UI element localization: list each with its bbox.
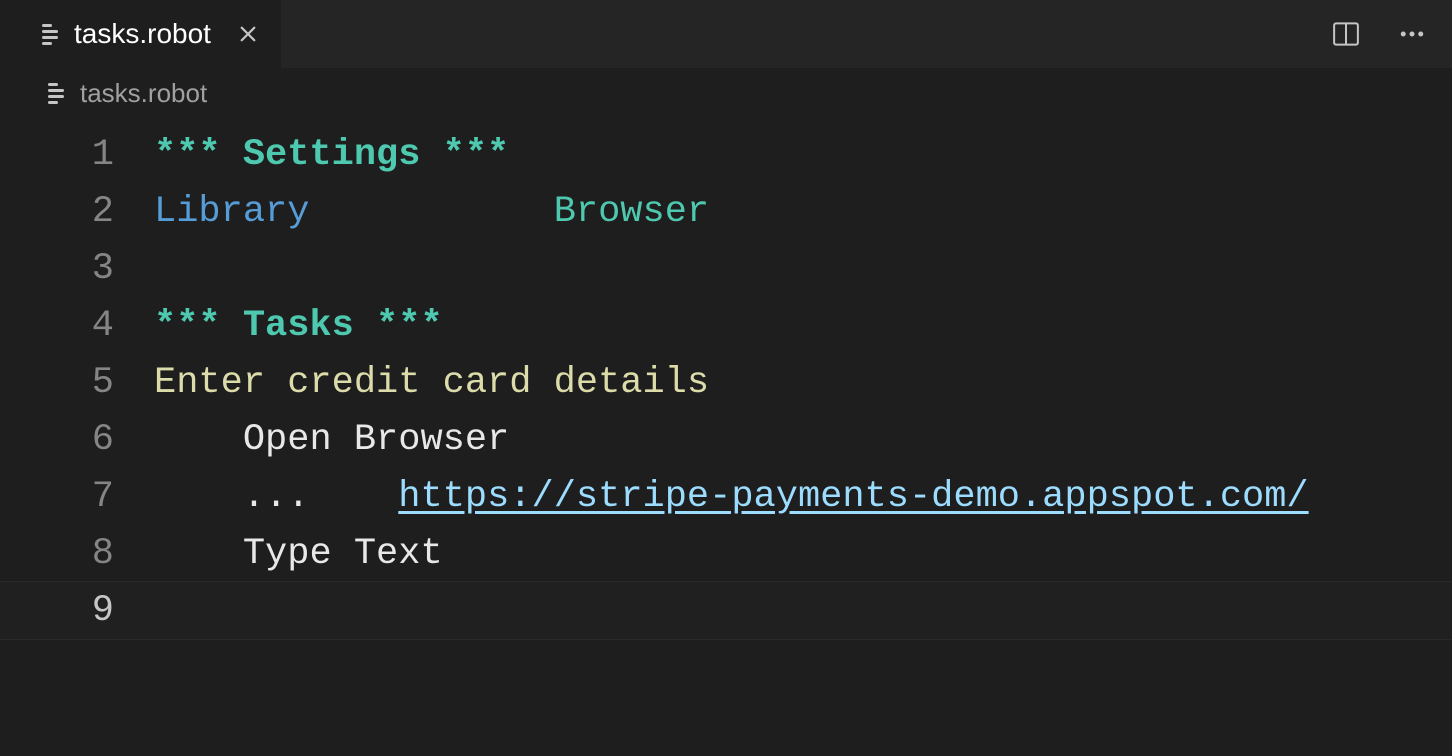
code-line[interactable]: 6 Open Browser	[0, 411, 1452, 468]
code-line[interactable]: 3	[0, 240, 1452, 297]
code-line[interactable]: 4 *** Tasks ***	[0, 297, 1452, 354]
line-number: 6	[0, 419, 140, 461]
code-line[interactable]: 7 ... https://stripe-payments-demo.appsp…	[0, 468, 1452, 525]
library-name: Browser	[554, 191, 709, 233]
breadcrumb[interactable]: tasks.robot	[0, 68, 1452, 118]
tab-label: tasks.robot	[74, 18, 211, 50]
line-number: 9	[0, 590, 140, 632]
line-number: 3	[0, 248, 140, 290]
more-actions-icon[interactable]	[1394, 16, 1430, 52]
editor-actions	[1328, 0, 1430, 68]
file-icon	[48, 83, 66, 104]
tab-tasks-robot[interactable]: tasks.robot	[0, 0, 281, 68]
keyword-call: Type Text	[243, 533, 443, 575]
split-editor-icon[interactable]	[1328, 16, 1364, 52]
task-name: Enter credit card details	[154, 362, 709, 404]
code-editor[interactable]: 1 *** Settings *** 2 Library Browser 3 4…	[0, 118, 1452, 756]
breadcrumb-label: tasks.robot	[80, 78, 207, 109]
code-line[interactable]: 1 *** Settings ***	[0, 126, 1452, 183]
code-line[interactable]: 5 Enter credit card details	[0, 354, 1452, 411]
file-icon	[42, 24, 60, 45]
section-header: *** Settings ***	[154, 134, 509, 176]
line-number: 4	[0, 305, 140, 347]
section-header: *** Tasks ***	[154, 305, 443, 347]
url-argument[interactable]: https://stripe-payments-demo.appspot.com…	[398, 476, 1308, 518]
line-number: 7	[0, 476, 140, 518]
setting-keyword: Library	[154, 191, 309, 233]
line-number: 2	[0, 191, 140, 233]
line-number: 8	[0, 533, 140, 575]
code-line[interactable]: 9	[0, 582, 1452, 639]
keyword-call: Open Browser	[243, 419, 509, 461]
code-line[interactable]: 8 Type Text	[0, 525, 1452, 582]
code-line[interactable]: 2 Library Browser	[0, 183, 1452, 240]
tab-bar: tasks.robot	[0, 0, 1452, 68]
close-icon[interactable]	[233, 19, 263, 49]
continuation: ...	[243, 476, 310, 518]
line-number: 1	[0, 134, 140, 176]
line-number: 5	[0, 362, 140, 404]
